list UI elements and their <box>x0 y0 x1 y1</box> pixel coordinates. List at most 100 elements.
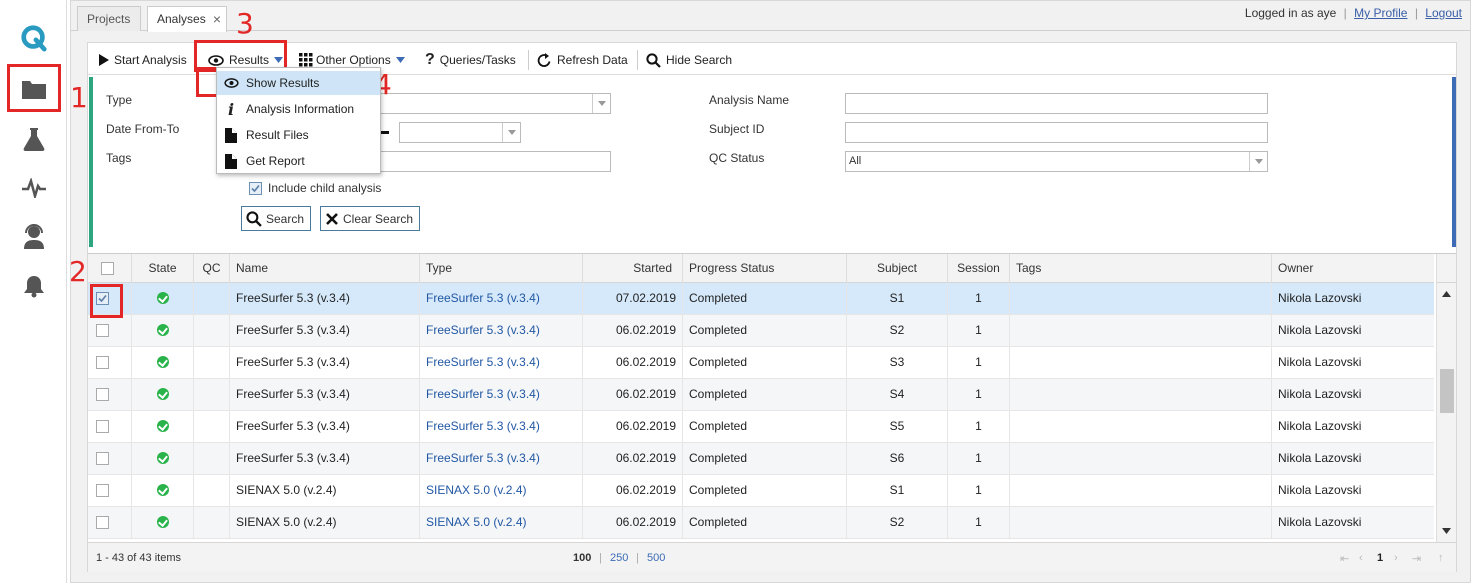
row-checkbox[interactable] <box>96 356 109 369</box>
pulse-icon[interactable] <box>20 174 48 202</box>
owner-cell: Nikola Lazovski <box>1271 411 1434 443</box>
row-checkbox[interactable] <box>96 420 109 433</box>
type-cell[interactable]: FreeSurfer 5.3 (v.3.4) <box>419 411 582 443</box>
session-cell: 1 <box>947 283 1009 315</box>
column-header-type[interactable]: Type <box>419 254 582 283</box>
folder-icon[interactable] <box>20 75 48 103</box>
completed-status-icon <box>156 388 169 400</box>
completed-status-icon <box>156 484 169 496</box>
tab-analyses[interactable]: Analyses × <box>147 6 227 32</box>
table-row[interactable]: FreeSurfer 5.3 (v.3.4) FreeSurfer 5.3 (v.… <box>88 283 1434 315</box>
search-button-label: Search <box>266 211 305 226</box>
flask-icon[interactable] <box>20 125 48 153</box>
column-header-owner[interactable]: Owner <box>1271 254 1434 283</box>
date-to-input[interactable] <box>399 122 521 143</box>
session-cell: 1 <box>947 379 1009 411</box>
tags-cell <box>1009 507 1271 539</box>
row-checkbox[interactable] <box>96 484 109 497</box>
table-row[interactable]: SIENAX 5.0 (v.2.4) SIENAX 5.0 (v.2.4) 06.0… <box>88 475 1434 507</box>
menu-item-result-files[interactable]: Result Files <box>217 123 380 147</box>
scrollbar-thumb[interactable] <box>1440 369 1454 413</box>
table-row[interactable]: FreeSurfer 5.3 (v.3.4) FreeSurfer 5.3 (v.… <box>88 443 1434 475</box>
scroll-top-icon[interactable]: ↑ <box>1438 552 1444 564</box>
row-checkbox[interactable] <box>96 388 109 401</box>
last-page-icon[interactable]: ⇥ <box>1412 552 1421 565</box>
vertical-scrollbar[interactable] <box>1436 283 1456 542</box>
column-header-session[interactable]: Session <box>947 254 1009 283</box>
row-checkbox[interactable] <box>96 516 109 529</box>
my-profile-link[interactable]: My Profile <box>1354 6 1407 20</box>
row-checkbox[interactable] <box>96 292 109 305</box>
clear-search-button[interactable]: Clear Search <box>320 206 421 231</box>
column-header-qc[interactable]: QC <box>193 254 229 283</box>
row-checkbox[interactable] <box>96 324 109 337</box>
checkbox[interactable] <box>249 181 262 195</box>
qc-cell <box>193 443 229 475</box>
table-row[interactable]: SIENAX 5.0 (v.2.4) SIENAX 5.0 (v.2.4) 06.0… <box>88 507 1434 539</box>
tags-cell <box>1009 443 1271 475</box>
type-cell[interactable]: FreeSurfer 5.3 (v.3.4) <box>419 283 582 315</box>
include-child-checkbox[interactable]: Include child analysis <box>249 181 381 195</box>
refresh-data-button[interactable]: Refresh Data <box>537 51 628 69</box>
menu-item-analysis-information[interactable]: i Analysis Information <box>217 97 380 121</box>
column-header-progress[interactable]: Progress Status <box>682 254 846 283</box>
column-header-subject[interactable]: Subject <box>846 254 947 283</box>
app-logo[interactable] <box>20 24 48 52</box>
page-size-250[interactable]: 250 <box>610 552 628 564</box>
prev-page-icon[interactable]: ‹ <box>1359 552 1363 564</box>
menu-item-show-results[interactable]: Show Results <box>217 71 380 95</box>
subject-cell: S6 <box>846 443 947 475</box>
type-cell[interactable]: FreeSurfer 5.3 (v.3.4) <box>419 347 582 379</box>
table-row[interactable]: FreeSurfer 5.3 (v.3.4) FreeSurfer 5.3 (v.… <box>88 347 1434 379</box>
scroll-down-icon[interactable] <box>1442 528 1451 534</box>
row-checkbox[interactable] <box>96 452 109 465</box>
search-button[interactable]: Search <box>241 206 312 231</box>
grid-header: State QC Name Type Started Progress Stat… <box>88 254 1434 283</box>
menu-item-get-report[interactable]: Get Report <box>217 149 380 173</box>
queries-tasks-button[interactable]: ? Queries/Tasks <box>425 51 516 69</box>
table-row[interactable]: FreeSurfer 5.3 (v.3.4) FreeSurfer 5.3 (v.… <box>88 315 1434 347</box>
select-all-cell <box>88 254 131 283</box>
close-icon <box>325 212 339 226</box>
menu-item-label: Analysis Information <box>246 102 355 116</box>
type-cell[interactable]: FreeSurfer 5.3 (v.3.4) <box>419 379 582 411</box>
column-header-started[interactable]: Started <box>582 254 682 283</box>
scrollbar-corner <box>1436 254 1456 283</box>
column-header-tags[interactable]: Tags <box>1009 254 1271 283</box>
type-cell[interactable]: SIENAX 5.0 (v.2.4) <box>419 475 582 507</box>
info-icon: i <box>227 99 235 119</box>
select-all-checkbox[interactable] <box>101 262 114 275</box>
state-cell <box>131 411 193 443</box>
bell-icon[interactable] <box>20 272 48 300</box>
type-cell[interactable]: SIENAX 5.0 (v.2.4) <box>419 507 582 539</box>
table-row[interactable]: FreeSurfer 5.3 (v.3.4) FreeSurfer 5.3 (v.… <box>88 411 1434 443</box>
page-size-100[interactable]: 100 <box>573 552 591 564</box>
scroll-up-icon[interactable] <box>1442 291 1451 297</box>
owner-cell: Nikola Lazovski <box>1271 379 1434 411</box>
qc-cell <box>193 379 229 411</box>
separator: | <box>1343 6 1347 20</box>
close-icon[interactable]: × <box>213 11 221 27</box>
tags-label: Tags <box>106 151 132 165</box>
current-page[interactable]: 1 <box>1377 552 1383 564</box>
column-header-state[interactable]: State <box>131 254 193 283</box>
start-analysis-button[interactable]: Start Analysis <box>98 51 187 69</box>
qc-status-select[interactable]: All <box>845 151 1268 172</box>
owner-cell: Nikola Lazovski <box>1271 347 1434 379</box>
type-cell[interactable]: FreeSurfer 5.3 (v.3.4) <box>419 443 582 475</box>
table-row[interactable]: FreeSurfer 5.3 (v.3.4) FreeSurfer 5.3 (v.… <box>88 379 1434 411</box>
subject-id-input[interactable] <box>845 122 1268 143</box>
logout-link[interactable]: Logout <box>1425 6 1462 20</box>
support-agent-icon[interactable] <box>20 222 48 250</box>
tab-projects[interactable]: Projects <box>77 6 141 31</box>
column-header-name[interactable]: Name <box>229 254 419 283</box>
next-page-icon[interactable]: › <box>1394 552 1398 564</box>
qc-cell <box>193 315 229 347</box>
type-cell[interactable]: FreeSurfer 5.3 (v.3.4) <box>419 315 582 347</box>
tags-input[interactable] <box>345 151 611 172</box>
page-size-500[interactable]: 500 <box>647 552 665 564</box>
analysis-name-input[interactable] <box>845 93 1268 114</box>
name-cell: FreeSurfer 5.3 (v.3.4) <box>229 347 419 379</box>
first-page-icon[interactable]: ⇤ <box>1340 552 1349 565</box>
hide-search-button[interactable]: Hide Search <box>646 51 732 69</box>
